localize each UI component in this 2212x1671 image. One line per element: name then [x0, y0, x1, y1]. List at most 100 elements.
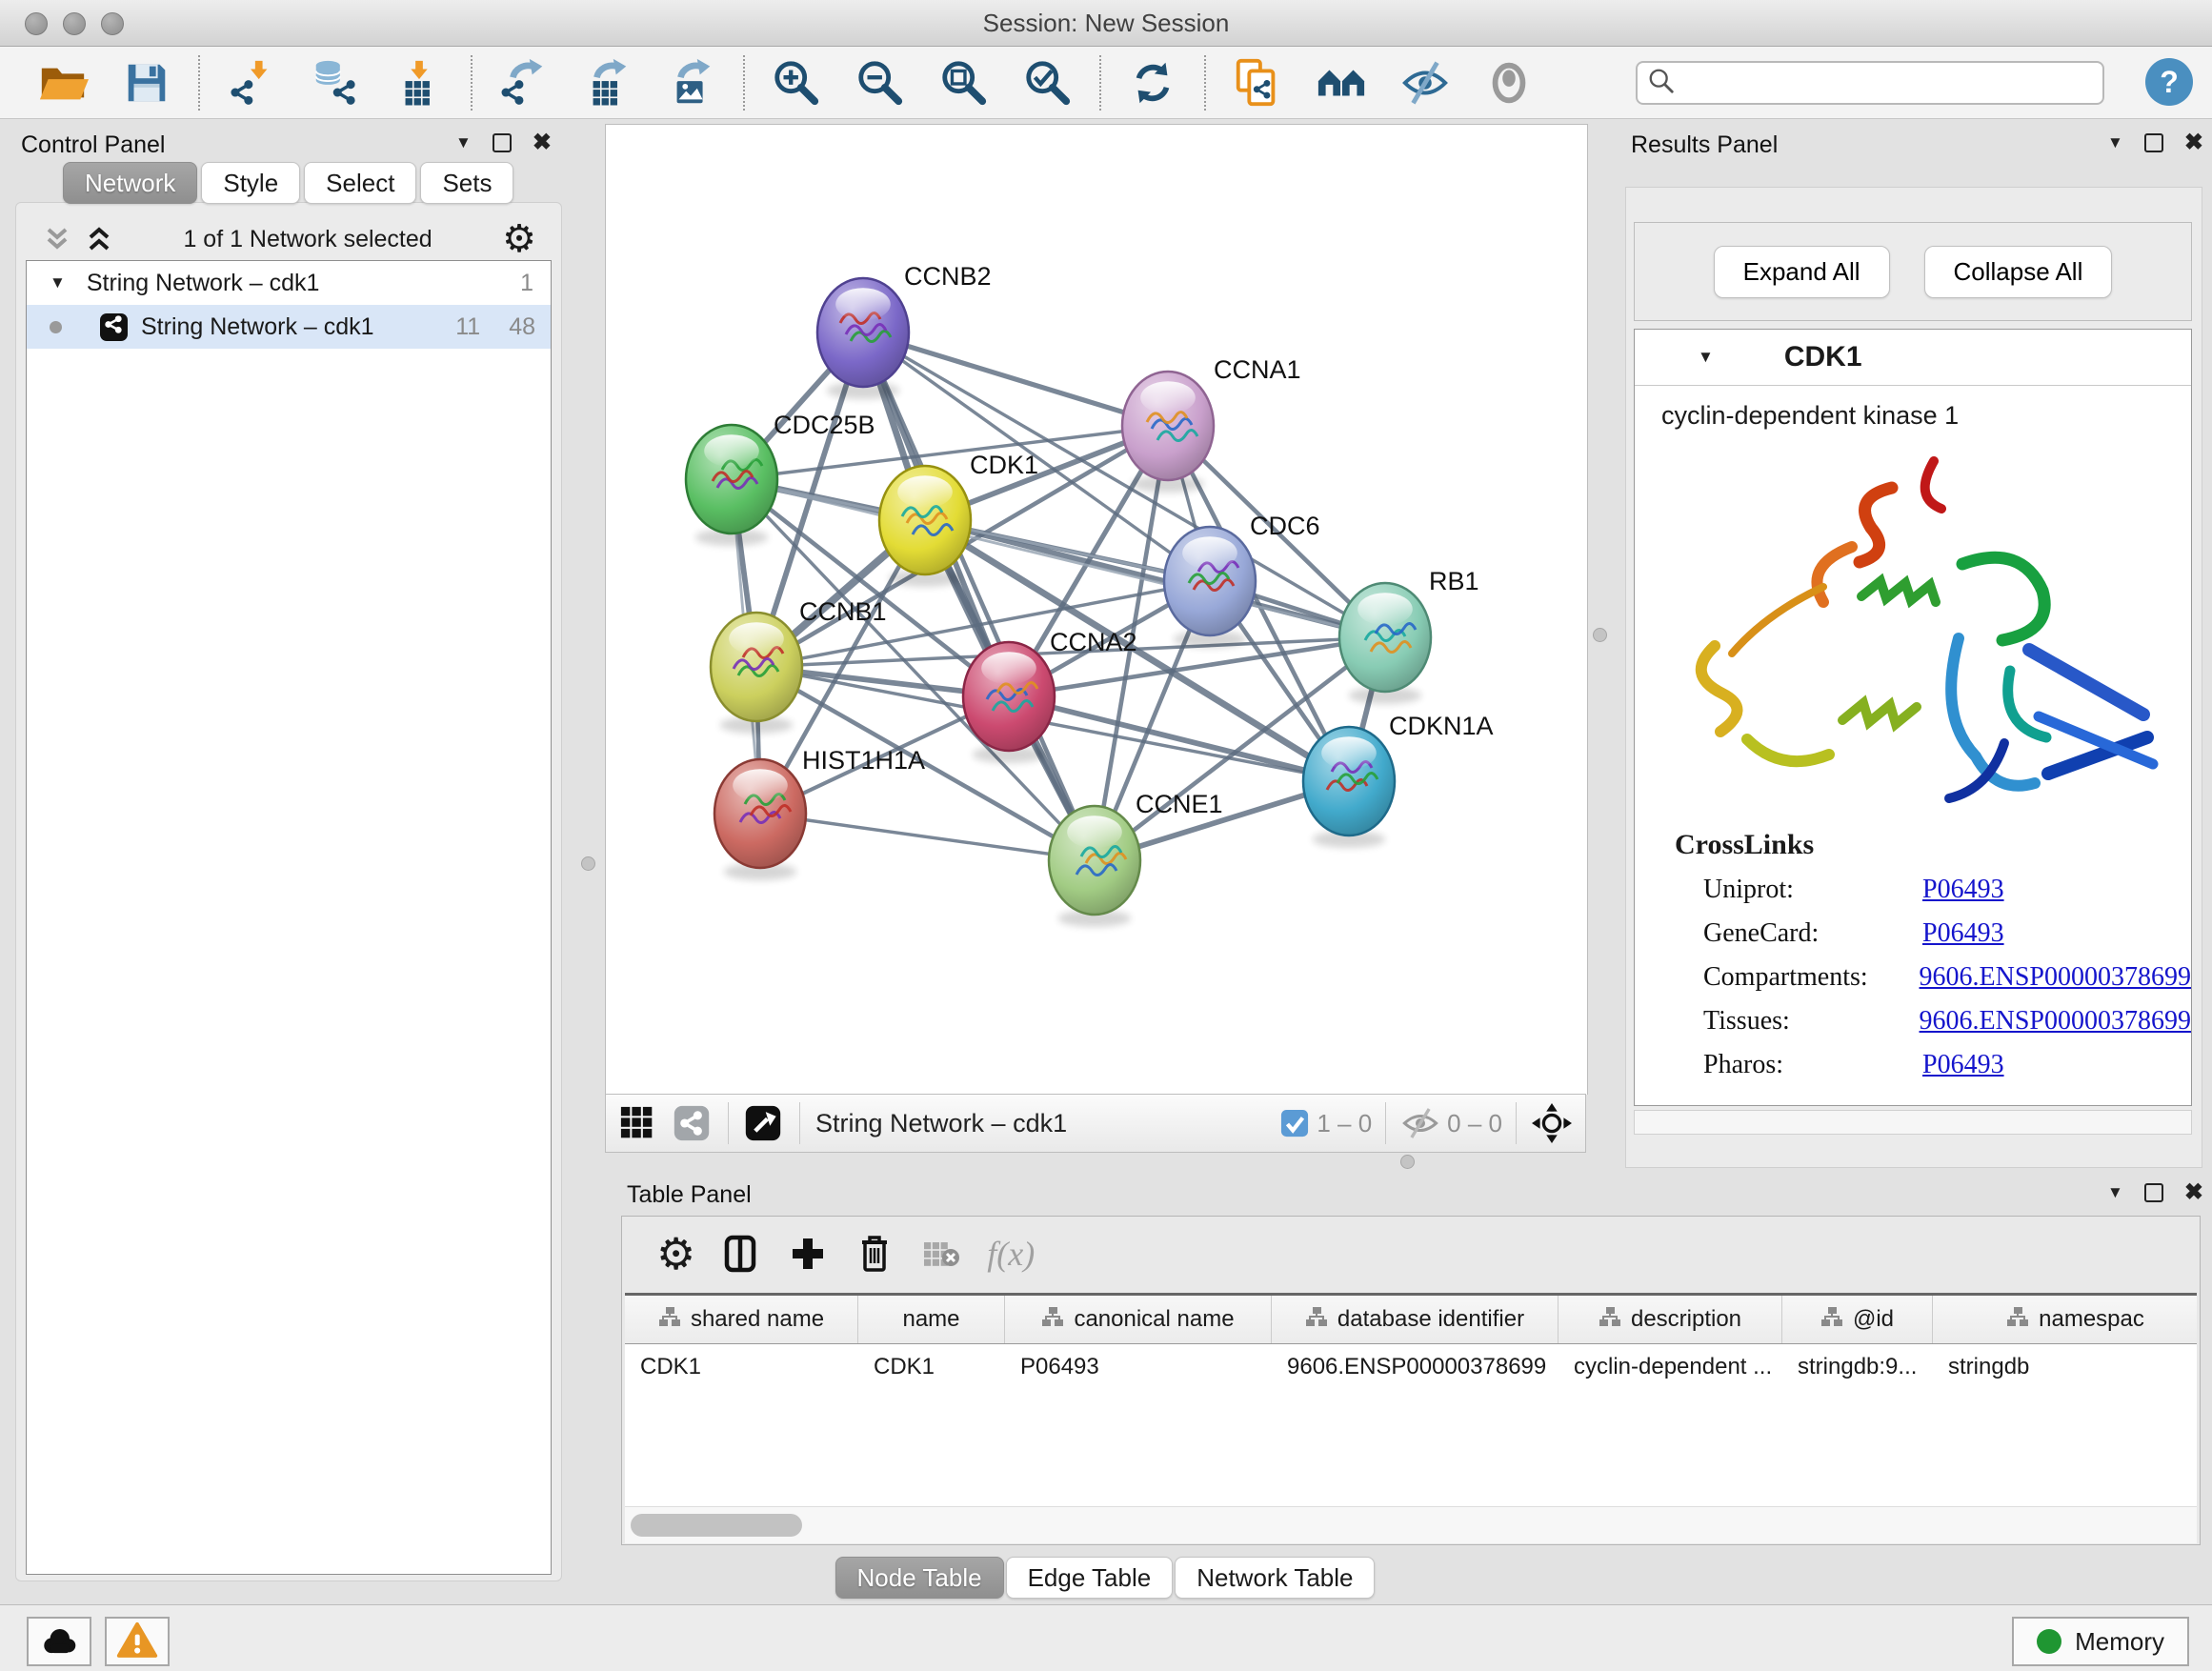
memory-status-dot-icon	[2037, 1629, 2061, 1654]
export-image-button[interactable]	[665, 56, 718, 110]
export-table-button[interactable]	[581, 56, 634, 110]
network-node-HIST1H1A[interactable]: HIST1H1A	[714, 746, 925, 880]
tab-sets[interactable]: Sets	[420, 162, 513, 204]
zoom-in-button[interactable]	[770, 56, 823, 110]
tab-node-table[interactable]: Node Table	[835, 1557, 1004, 1599]
import-table-file-icon	[393, 57, 445, 109]
show-columns-icon[interactable]	[720, 1233, 762, 1275]
control-panel-close-icon[interactable]: ✖	[533, 135, 552, 151]
memory-label: Memory	[2075, 1627, 2164, 1657]
function-builder-icon[interactable]: f(x)	[987, 1234, 1035, 1274]
network-node-CCNA1[interactable]: CCNA1	[1122, 355, 1301, 493]
cloud-service-button[interactable]	[27, 1617, 91, 1666]
network-options-gear-icon[interactable]: ⚙	[502, 220, 536, 258]
refresh-layout-button[interactable]	[1126, 56, 1179, 110]
network-node-CCNE1[interactable]: CCNE1	[1049, 790, 1223, 927]
fit-selected-crosshair-icon[interactable]	[1532, 1103, 1572, 1143]
column-header-description[interactable]: description	[1558, 1296, 1782, 1343]
import-network-database-button[interactable]	[309, 56, 362, 110]
node-label-CCNA2: CCNA2	[1050, 628, 1137, 656]
table-panel-collapse-icon[interactable]: ▼	[2107, 1183, 2123, 1202]
control-panel-float-icon[interactable]	[493, 133, 512, 152]
tab-network[interactable]: Network	[63, 162, 197, 204]
table-horizontal-scrollbar[interactable]	[625, 1506, 2197, 1543]
tab-style[interactable]: Style	[201, 162, 300, 204]
tab-network-table[interactable]: Network Table	[1175, 1557, 1375, 1599]
node-result-header[interactable]: ▼ CDK1	[1635, 330, 2191, 386]
zoom-selected-button[interactable]	[1021, 56, 1075, 110]
tab-edge-table[interactable]: Edge Table	[1006, 1557, 1174, 1599]
collection-expand-icon[interactable]: ▼	[50, 273, 66, 292]
crosslink-link[interactable]: P06493	[1922, 918, 2004, 949]
network-node-CCNA2[interactable]: CCNA2	[963, 628, 1137, 763]
namespace-branch-icon	[1599, 1305, 1621, 1335]
right-splitter-handle[interactable]	[1593, 628, 1607, 642]
crosslink-row: Tissues:9606.ENSP00000378699	[1703, 1006, 2191, 1037]
network-view-icon[interactable]	[673, 1104, 711, 1142]
table-row[interactable]: CDK1CDK1P064939606.ENSP00000378699cyclin…	[625, 1344, 2197, 1390]
crosslink-link[interactable]: P06493	[1922, 1050, 2004, 1080]
network-collection-row[interactable]: ▼ String Network – cdk1 1	[27, 261, 551, 305]
crosslink-link[interactable]: P06493	[1922, 875, 2004, 905]
grid-view-icon[interactable]	[619, 1105, 655, 1141]
network-edge[interactable]	[863, 332, 1168, 426]
column-header-namespac[interactable]: namespac	[1933, 1296, 2197, 1343]
search-input[interactable]	[1676, 69, 2102, 97]
collapse-all-icon[interactable]	[43, 225, 71, 253]
column-header-shared-name[interactable]: shared name	[625, 1296, 858, 1343]
add-column-icon[interactable]	[787, 1233, 829, 1275]
bottom-splitter-handle[interactable]	[1400, 1155, 1415, 1169]
hidden-eye-icon[interactable]	[1401, 1107, 1439, 1139]
warning-icon	[116, 1621, 158, 1663]
show-all-button[interactable]	[1482, 56, 1536, 110]
network-canvas[interactable]: CCNB2CCNA1CDC25BCDK1CDC6RB1CCNB1CCNA2HIS…	[605, 124, 1588, 1095]
crosslink-link[interactable]: 9606.ENSP00000378699	[1920, 1006, 2191, 1037]
results-panel-collapse-icon[interactable]: ▼	[2107, 133, 2123, 152]
table-panel-close-icon[interactable]: ✖	[2184, 1185, 2203, 1200]
results-horizontal-scrollbar[interactable]	[1634, 1110, 2192, 1135]
network-node-RB1[interactable]: RB1	[1339, 567, 1479, 704]
export-network-button[interactable]	[497, 56, 551, 110]
memory-button[interactable]: Memory	[2012, 1617, 2189, 1666]
crosslink-link[interactable]: 9606.ENSP00000378699	[1920, 962, 2191, 993]
warnings-button[interactable]	[105, 1617, 170, 1666]
results-panel-close-icon[interactable]: ✖	[2184, 135, 2203, 151]
new-network-from-selection-button[interactable]	[1231, 56, 1284, 110]
column-header-canonical-name[interactable]: canonical name	[1005, 1296, 1272, 1343]
delete-table-icon[interactable]	[920, 1233, 962, 1275]
import-network-file-button[interactable]	[225, 56, 278, 110]
column-header-database-identifier[interactable]: database identifier	[1272, 1296, 1558, 1343]
hide-selected-button[interactable]	[1398, 56, 1452, 110]
node-result-name: CDK1	[1784, 341, 1862, 373]
import-table-file-button[interactable]	[392, 56, 446, 110]
help-button[interactable]: ?	[2145, 58, 2193, 106]
collapse-all-button[interactable]: Collapse All	[1924, 246, 2113, 298]
network-node-CDC25B[interactable]: CDC25B	[686, 411, 875, 546]
network-edge[interactable]	[760, 814, 1095, 860]
expand-all-button[interactable]: Expand All	[1714, 246, 1890, 298]
tab-select[interactable]: Select	[304, 162, 416, 204]
network-node-CCNB1[interactable]: CCNB1	[711, 597, 887, 734]
zoom-fit-button[interactable]	[937, 56, 991, 110]
results-panel-float-icon[interactable]	[2144, 133, 2163, 152]
table-settings-gear-icon[interactable]: ⚙	[656, 1235, 695, 1273]
network-node-CCNB2[interactable]: CCNB2	[817, 262, 992, 399]
table-scrollbar-thumb[interactable]	[631, 1514, 802, 1537]
network-row[interactable]: String Network – cdk1 11 48	[27, 305, 551, 349]
network-edge[interactable]	[863, 332, 1095, 860]
first-neighbors-button[interactable]	[1315, 56, 1368, 110]
left-splitter-handle[interactable]	[581, 856, 595, 871]
column-header-@id[interactable]: @id	[1782, 1296, 1933, 1343]
table-panel-float-icon[interactable]	[2144, 1183, 2163, 1202]
control-panel-collapse-icon[interactable]: ▼	[455, 133, 472, 152]
network-node-CDKN1A[interactable]: CDKN1A	[1303, 712, 1494, 848]
expand-all-icon[interactable]	[85, 225, 113, 253]
birds-eye-view-icon[interactable]	[744, 1104, 782, 1142]
node-result-collapse-icon[interactable]: ▼	[1698, 348, 1714, 367]
save-session-button[interactable]	[120, 56, 173, 110]
column-header-name[interactable]: name	[858, 1296, 1005, 1343]
open-session-button[interactable]	[36, 56, 90, 110]
delete-column-icon[interactable]	[854, 1233, 895, 1275]
selected-checkbox-icon[interactable]	[1280, 1109, 1309, 1137]
zoom-out-button[interactable]	[854, 56, 907, 110]
